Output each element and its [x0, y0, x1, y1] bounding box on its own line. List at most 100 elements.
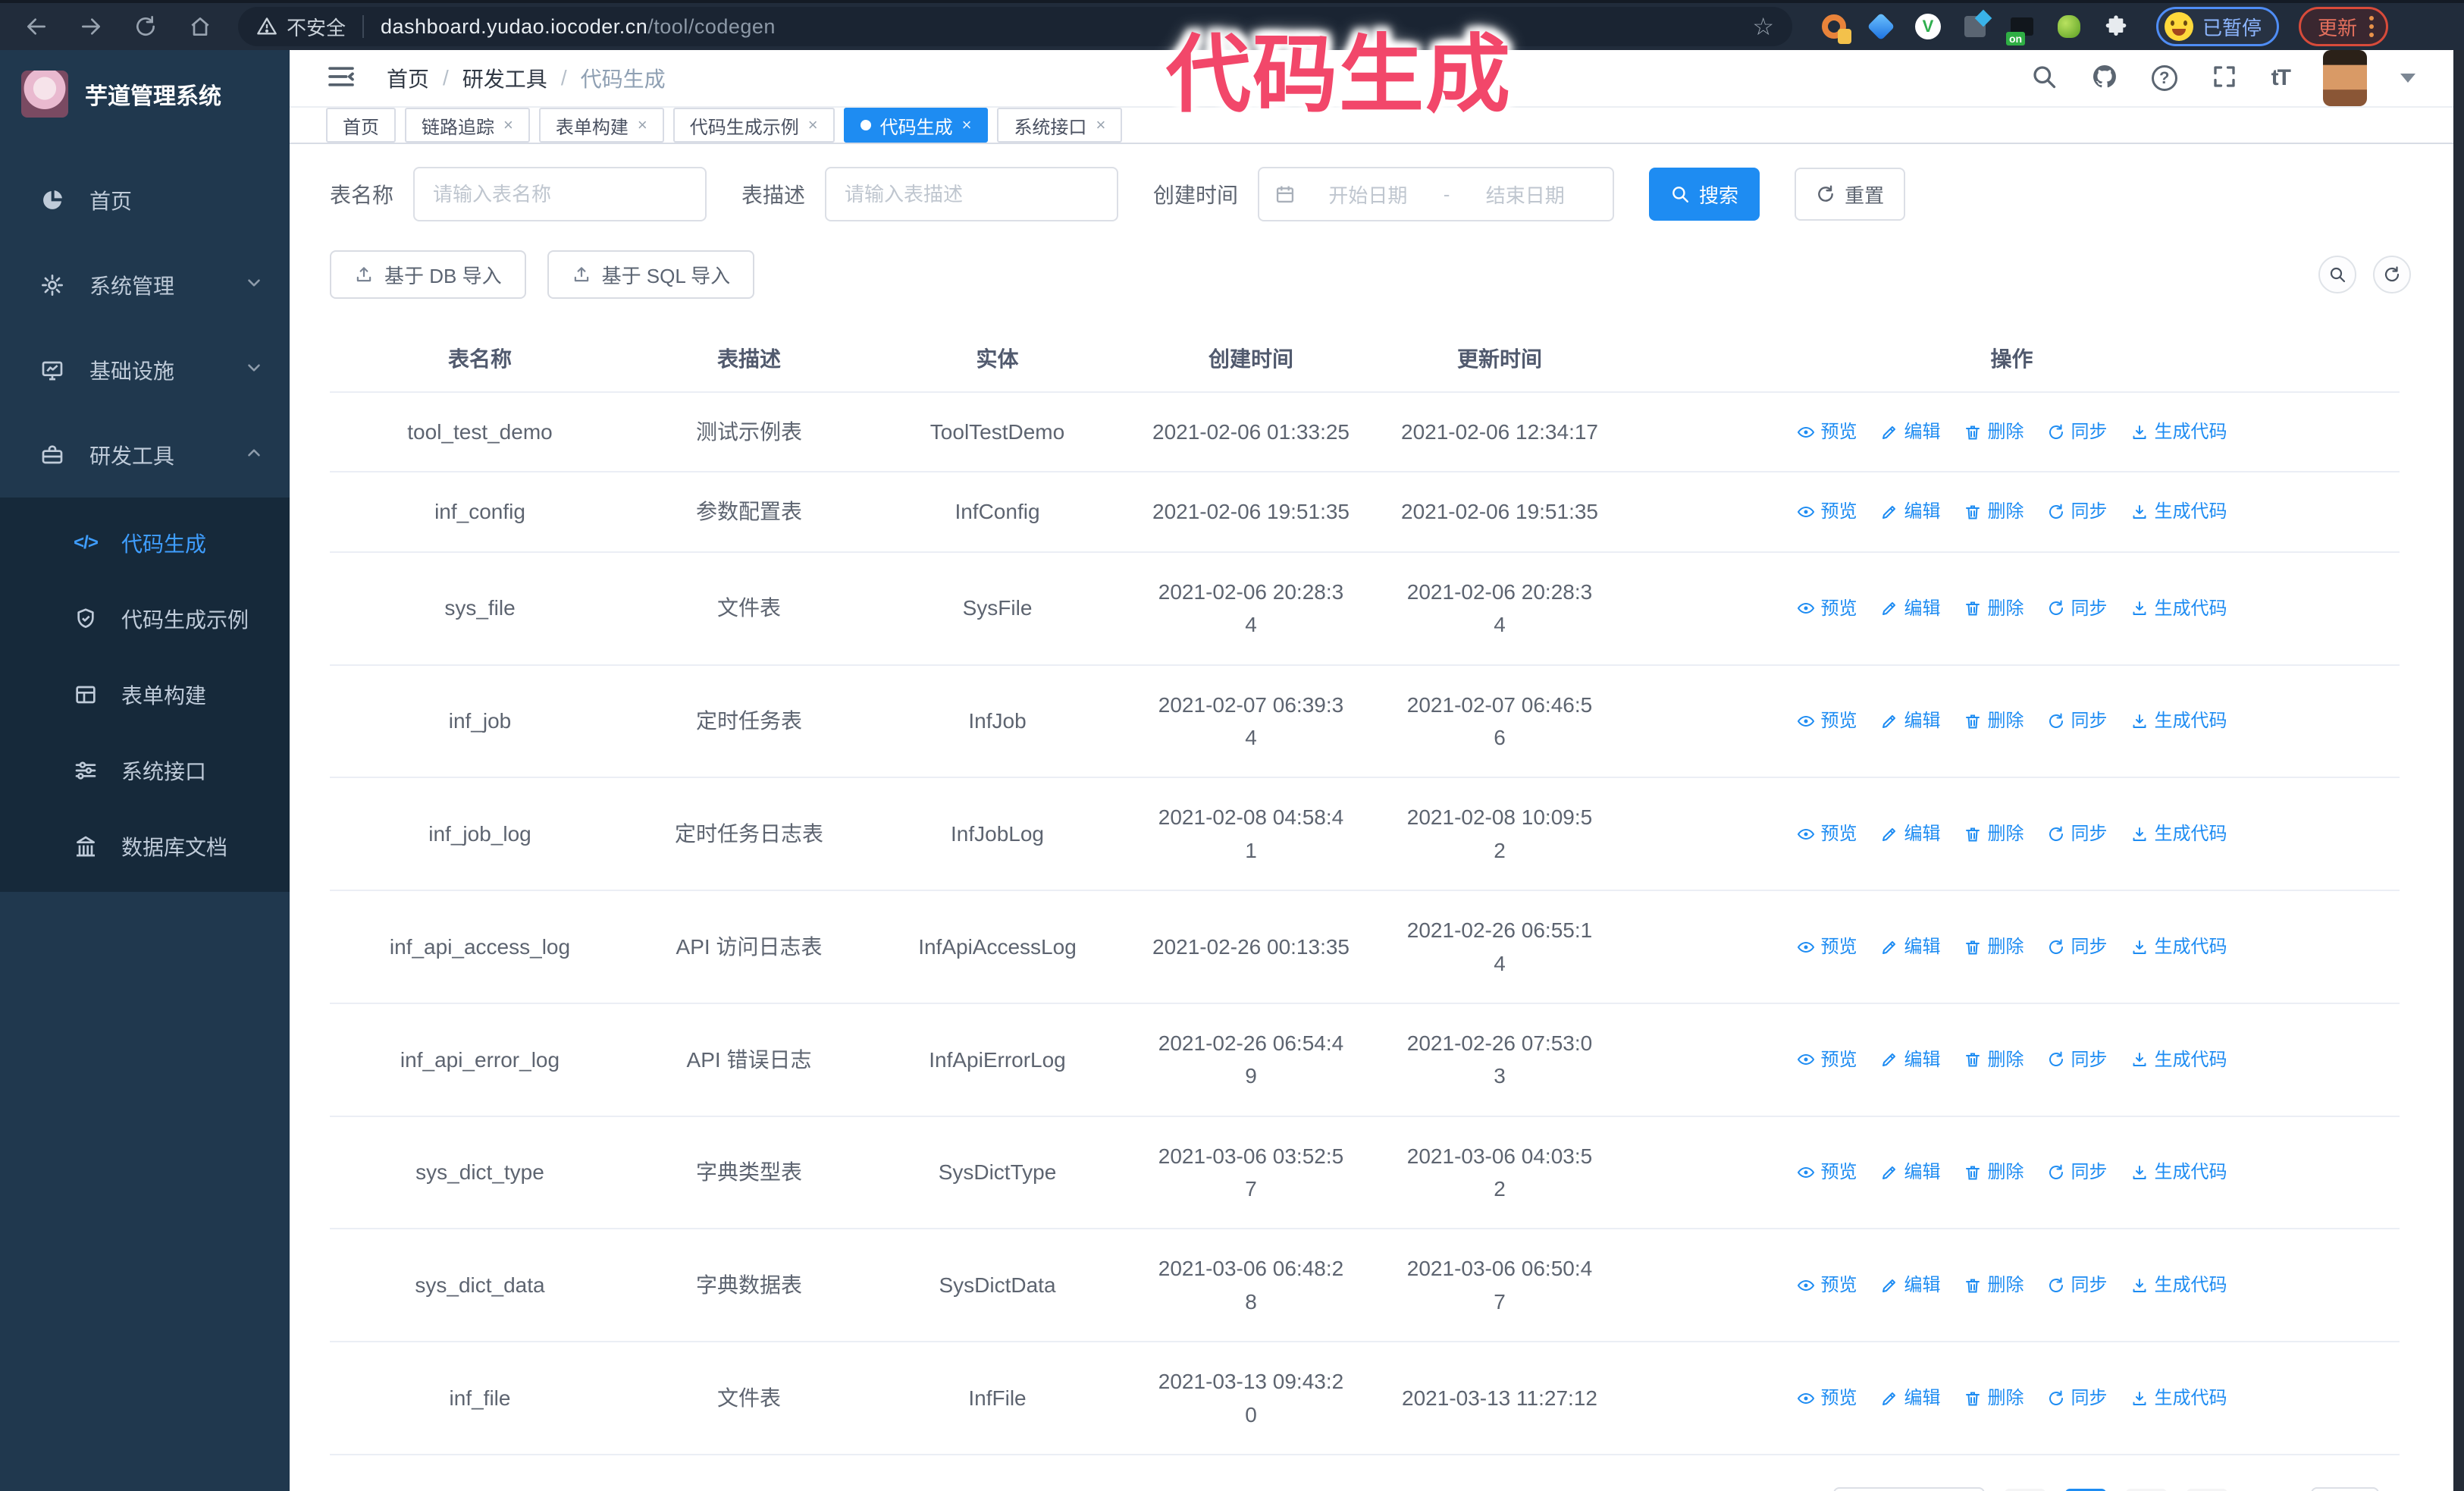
font-size-icon[interactable]: tT	[2271, 65, 2291, 91]
edit-link[interactable]: 编辑	[1880, 933, 1941, 961]
generate-code-link[interactable]: 生成代码	[2130, 595, 2227, 623]
delete-link[interactable]: 删除	[1964, 1271, 2024, 1299]
table-desc-input[interactable]	[825, 167, 1119, 221]
delete-link[interactable]: 删除	[1964, 820, 2024, 848]
fullscreen-icon[interactable]	[2211, 63, 2238, 94]
address-bar[interactable]: 不安全 dashboard.yudao.iocoder.cn/tool/code…	[238, 7, 1792, 46]
tab-codegen-demo[interactable]: 代码生成示例 ×	[672, 108, 835, 143]
reset-button[interactable]: 重置	[1795, 168, 1906, 221]
page-size-select[interactable]: 10条/页	[1832, 1487, 1985, 1491]
preview-link[interactable]: 预览	[1797, 498, 1857, 526]
kebab-menu-icon[interactable]	[2369, 16, 2375, 37]
sidebar-item-system[interactable]: 系统管理	[0, 243, 290, 328]
sync-link[interactable]: 同步	[2047, 1158, 2108, 1186]
generate-code-link[interactable]: 生成代码	[2130, 1046, 2227, 1074]
forward-icon[interactable]	[74, 10, 108, 43]
search-icon[interactable]	[2030, 63, 2058, 94]
sync-link[interactable]: 同步	[2047, 820, 2108, 848]
sync-link[interactable]: 同步	[2047, 498, 2108, 526]
delete-link[interactable]: 删除	[1964, 498, 2024, 526]
close-icon[interactable]: ×	[638, 117, 647, 133]
sync-link[interactable]: 同步	[2047, 933, 2108, 961]
generate-code-link[interactable]: 生成代码	[2130, 1384, 2227, 1412]
help-icon[interactable]: ?	[2151, 65, 2177, 91]
generate-code-link[interactable]: 生成代码	[2130, 418, 2227, 446]
preview-link[interactable]: 预览	[1797, 933, 1857, 961]
import-sql-button[interactable]: 基于 SQL 导入	[547, 250, 755, 299]
edit-link[interactable]: 编辑	[1880, 1384, 1941, 1412]
generate-code-link[interactable]: 生成代码	[2130, 498, 2227, 526]
profile-sync-chip[interactable]: 已暂停	[2156, 7, 2280, 46]
preview-link[interactable]: 预览	[1797, 707, 1857, 735]
sync-link[interactable]: 同步	[2047, 595, 2108, 623]
toggle-search-button[interactable]	[2318, 256, 2356, 293]
sidebar-item-system-api[interactable]: 系统接口	[0, 733, 290, 808]
extension-icon-https[interactable]	[1820, 12, 1851, 44]
preview-link[interactable]: 预览	[1797, 1158, 1857, 1186]
github-icon[interactable]	[2091, 63, 2118, 94]
user-avatar[interactable]	[2323, 50, 2367, 106]
edit-link[interactable]: 编辑	[1880, 1271, 1941, 1299]
delete-link[interactable]: 删除	[1964, 1384, 2024, 1412]
delete-link[interactable]: 删除	[1964, 1158, 2024, 1186]
browser-update-button[interactable]: 更新	[2299, 7, 2389, 46]
url-text[interactable]: dashboard.yudao.iocoder.cn/tool/codegen	[381, 15, 776, 39]
search-button[interactable]: 搜索	[1649, 168, 1760, 221]
import-db-button[interactable]: 基于 DB 导入	[330, 250, 526, 299]
date-range-picker[interactable]: 开始日期 - 结束日期	[1258, 167, 1615, 221]
scrollbar[interactable]	[2453, 50, 2464, 1491]
preview-link[interactable]: 预览	[1797, 595, 1857, 623]
edit-link[interactable]: 编辑	[1880, 498, 1941, 526]
delete-link[interactable]: 删除	[1964, 418, 2024, 446]
extension-icon-creature[interactable]	[2055, 12, 2083, 41]
reload-icon[interactable]	[129, 10, 162, 43]
sidebar-item-codegen-demo[interactable]: 代码生成示例	[0, 581, 290, 657]
preview-link[interactable]: 预览	[1797, 418, 1857, 446]
generate-code-link[interactable]: 生成代码	[2130, 707, 2227, 735]
refresh-table-button[interactable]	[2373, 256, 2411, 293]
close-icon[interactable]: ×	[808, 117, 818, 133]
goto-page-input[interactable]	[2310, 1487, 2379, 1491]
delete-link[interactable]: 删除	[1964, 707, 2024, 735]
tab-codegen[interactable]: 代码生成 ×	[843, 108, 989, 143]
close-icon[interactable]: ×	[503, 117, 513, 133]
edit-link[interactable]: 编辑	[1880, 1158, 1941, 1186]
home-icon[interactable]	[183, 10, 217, 43]
app-logo-row[interactable]: 芋道管理系统	[0, 50, 290, 138]
sync-link[interactable]: 同步	[2047, 1384, 2108, 1412]
tab-home[interactable]: 首页	[326, 108, 396, 143]
sidebar-item-form-builder[interactable]: 表单构建	[0, 657, 290, 733]
generate-code-link[interactable]: 生成代码	[2130, 933, 2227, 961]
preview-link[interactable]: 预览	[1797, 1384, 1857, 1412]
delete-link[interactable]: 删除	[1964, 1046, 2024, 1074]
extension-icon-switch[interactable]: on	[2006, 12, 2036, 46]
preview-link[interactable]: 预览	[1797, 1046, 1857, 1074]
avatar-caret-icon[interactable]	[2400, 74, 2415, 83]
sidebar-item-db-docs[interactable]: 数据库文档	[0, 808, 290, 884]
tab-tracing[interactable]: 链路追踪 ×	[405, 108, 530, 143]
back-icon[interactable]	[20, 10, 53, 43]
generate-code-link[interactable]: 生成代码	[2130, 1158, 2227, 1186]
extension-icon-v[interactable]: V	[1914, 12, 1942, 41]
close-icon[interactable]: ×	[1096, 117, 1105, 133]
delete-link[interactable]: 删除	[1964, 933, 2024, 961]
sidebar-item-home[interactable]: 首页	[0, 158, 290, 243]
bookmark-star-icon[interactable]: ☆	[1752, 12, 1774, 41]
tab-form-builder[interactable]: 表单构建 ×	[538, 108, 664, 143]
edit-link[interactable]: 编辑	[1880, 820, 1941, 848]
sync-link[interactable]: 同步	[2047, 707, 2108, 735]
sidebar-item-infra[interactable]: 基础设施	[0, 328, 290, 413]
sidebar-item-codegen[interactable]: </> 代码生成	[0, 505, 290, 581]
sidebar-collapse-icon[interactable]	[326, 61, 356, 96]
security-chip[interactable]: 不安全	[256, 13, 346, 41]
preview-link[interactable]: 预览	[1797, 820, 1857, 848]
close-icon[interactable]: ×	[962, 117, 972, 133]
extensions-puzzle-icon[interactable]	[2102, 12, 2130, 41]
extension-icon-gem[interactable]	[1867, 12, 1895, 41]
breadcrumb-home[interactable]: 首页	[387, 63, 429, 93]
edit-link[interactable]: 编辑	[1880, 595, 1941, 623]
extension-icon-grid[interactable]	[1961, 12, 1989, 41]
generate-code-link[interactable]: 生成代码	[2130, 1271, 2227, 1299]
preview-link[interactable]: 预览	[1797, 1271, 1857, 1299]
sidebar-item-devtools[interactable]: 研发工具	[0, 413, 290, 498]
